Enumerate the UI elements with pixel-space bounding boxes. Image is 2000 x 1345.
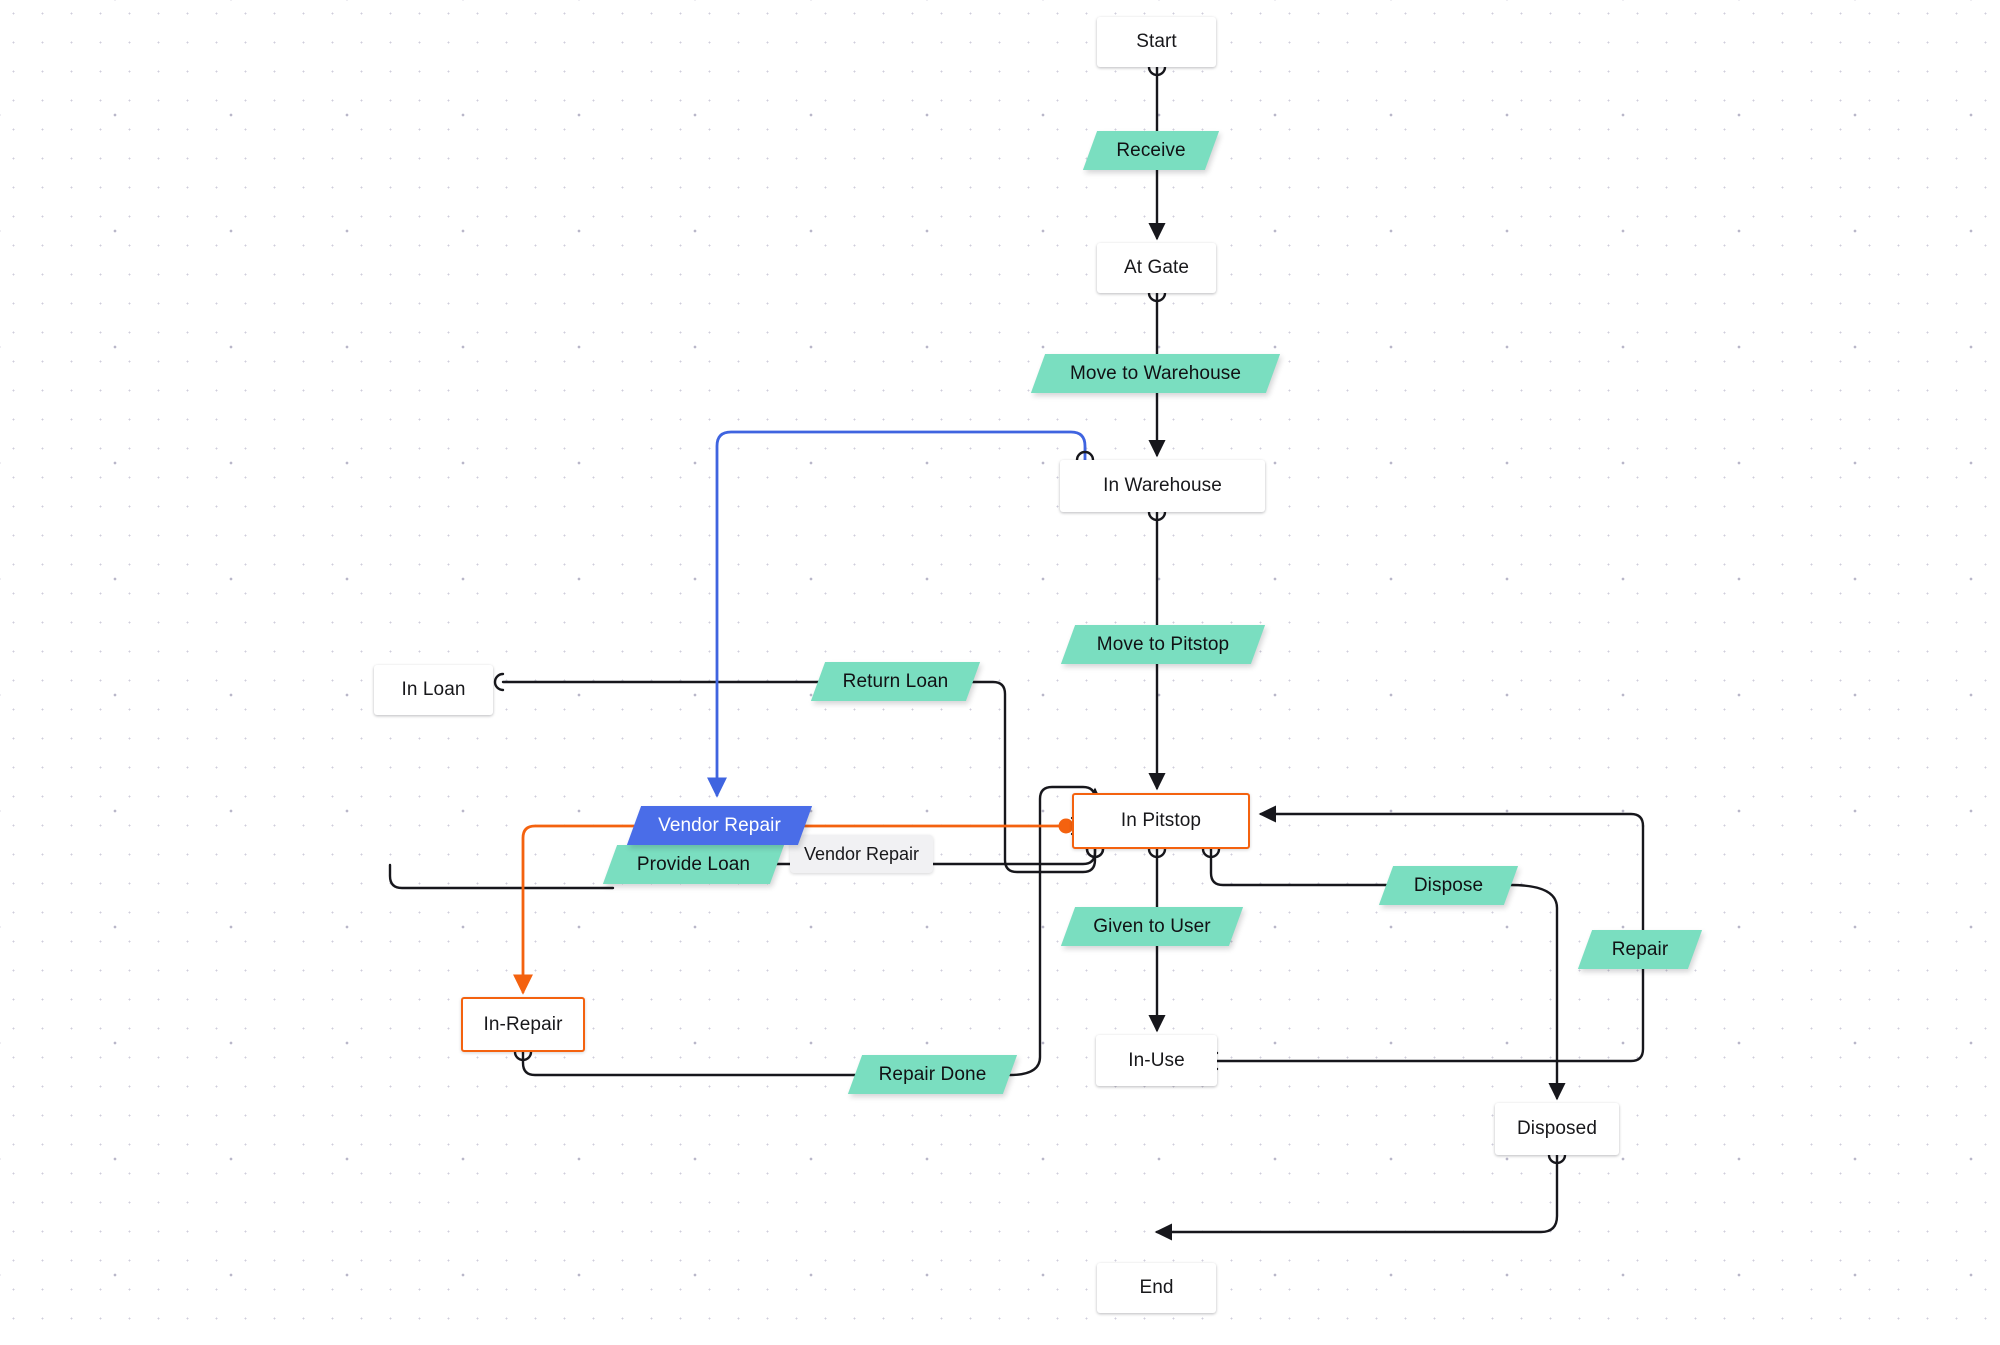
transition-move-to-warehouse[interactable]: Move to Warehouse bbox=[1030, 354, 1281, 393]
transition-move-to-warehouse-label: Move to Warehouse bbox=[1069, 362, 1242, 384]
transition-given-to-user-label: Given to User bbox=[1093, 915, 1211, 937]
transition-repair[interactable]: Repair bbox=[1577, 930, 1703, 969]
transition-provide-loan-label: Provide Loan bbox=[636, 853, 751, 875]
node-in-use-label: In-Use bbox=[1128, 1049, 1185, 1071]
transition-vendor-repair[interactable]: Vendor Repair bbox=[626, 806, 813, 845]
node-in-repair[interactable]: In-Repair bbox=[461, 997, 585, 1052]
transition-return-loan[interactable]: Return Loan bbox=[810, 662, 981, 701]
node-start[interactable]: Start bbox=[1097, 17, 1216, 67]
transition-receive[interactable]: Receive bbox=[1082, 131, 1220, 170]
transition-vendor-repair-label: Vendor Repair bbox=[658, 814, 781, 836]
transition-receive-label: Receive bbox=[1116, 139, 1186, 161]
transition-repair-done-label: Repair Done bbox=[878, 1063, 987, 1085]
edge-label-vendor-repair-text: Vendor Repair bbox=[803, 843, 920, 864]
node-at-gate[interactable]: At Gate bbox=[1097, 243, 1216, 293]
node-in-pitstop[interactable]: In Pitstop bbox=[1072, 793, 1250, 849]
edge-inpitstop-dispose bbox=[1201, 847, 1388, 887]
node-in-repair-label: In-Repair bbox=[483, 1013, 563, 1035]
workflow-canvas[interactable]: Start At Gate In Warehouse In Loan In Pi… bbox=[0, 0, 2000, 1345]
transition-provide-loan[interactable]: Provide Loan bbox=[602, 845, 785, 884]
transition-move-to-pitstop[interactable]: Move to Pitstop bbox=[1060, 625, 1266, 664]
transition-dispose-label: Dispose bbox=[1413, 874, 1484, 896]
jump-arc-inwarehouse-left bbox=[1075, 450, 1095, 462]
transition-return-loan-label: Return Loan bbox=[842, 670, 949, 692]
edge-label-vendor-repair[interactable]: Vendor Repair bbox=[790, 835, 933, 873]
node-start-label: Start bbox=[1136, 31, 1177, 52]
node-in-loan[interactable]: In Loan bbox=[374, 665, 493, 715]
edge-inrepair-repairdone bbox=[513, 1050, 857, 1077]
edge-inuse-repair bbox=[1207, 824, 1645, 1071]
transition-repair-done[interactable]: Repair Done bbox=[847, 1055, 1018, 1094]
transition-repair-label: Repair bbox=[1611, 938, 1669, 960]
node-in-pitstop-label: In Pitstop bbox=[1120, 810, 1202, 831]
edge-layer bbox=[388, 65, 1645, 1241]
node-end[interactable]: End bbox=[1097, 1263, 1216, 1313]
transition-dispose[interactable]: Dispose bbox=[1378, 866, 1519, 905]
edge-repair-inpitstop bbox=[1258, 805, 1645, 828]
node-in-use[interactable]: In-Use bbox=[1096, 1035, 1217, 1086]
edge-disposed-end bbox=[1154, 1153, 1567, 1241]
node-in-loan-label: In Loan bbox=[401, 679, 466, 700]
node-end-label: End bbox=[1139, 1277, 1174, 1298]
edge-dispose-disposed bbox=[1509, 883, 1566, 1101]
node-disposed-label: Disposed bbox=[1516, 1118, 1597, 1139]
node-in-warehouse[interactable]: In Warehouse bbox=[1060, 460, 1265, 512]
transition-given-to-user[interactable]: Given to User bbox=[1060, 907, 1244, 946]
transition-move-to-pitstop-label: Move to Pitstop bbox=[1096, 633, 1230, 655]
edge-inwarehouse-vendorrepair-highlight bbox=[706, 430, 1087, 798]
edge-inloan-provideloan bbox=[388, 863, 615, 890]
node-in-warehouse-label: In Warehouse bbox=[1103, 475, 1222, 496]
node-at-gate-label: At Gate bbox=[1123, 257, 1190, 278]
node-disposed[interactable]: Disposed bbox=[1495, 1103, 1619, 1155]
